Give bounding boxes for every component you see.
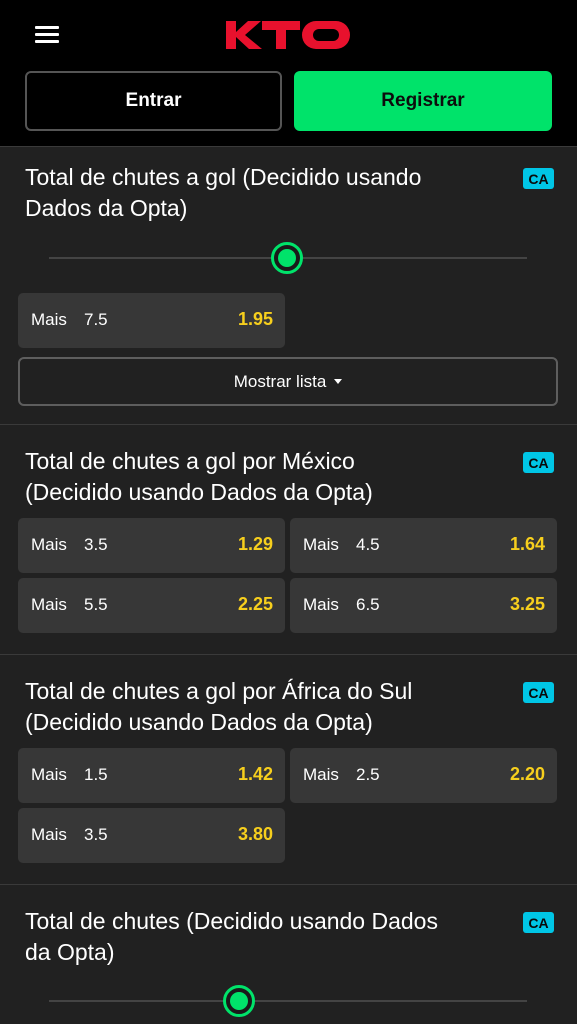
market-title: Total de chutes a gol (Decidido usando D… xyxy=(25,164,422,221)
register-button[interactable]: Registrar xyxy=(294,71,552,131)
slider-knob[interactable] xyxy=(271,242,303,274)
odds-button[interactable]: Mais 3.5 3.80 xyxy=(18,808,285,863)
line-slider[interactable] xyxy=(49,985,527,1017)
login-button[interactable]: Entrar xyxy=(25,71,282,131)
market-title: Total de chutes a gol por África do Sul … xyxy=(25,678,413,735)
market-mexico-shots-on-goal: Total de chutes a gol por México (Decidi… xyxy=(0,424,577,654)
odds-button[interactable]: Mais 3.5 1.29 xyxy=(18,518,285,573)
odds-price: 1.42 xyxy=(237,764,273,784)
market-title: Total de chutes (Decidido usando Dados d… xyxy=(25,908,438,965)
market-total-shots-on-goal: Total de chutes a gol (Decidido usando D… xyxy=(0,146,577,424)
odds-button[interactable]: Mais 2.5 2.20 xyxy=(290,748,557,803)
odds-button[interactable]: Mais 4.5 1.64 xyxy=(290,518,557,573)
hamburger-menu-icon[interactable] xyxy=(35,24,59,46)
odds-button[interactable]: Mais 7.5 1.95 xyxy=(18,293,285,348)
ca-badge: CA xyxy=(523,452,554,473)
ca-badge: CA xyxy=(523,168,554,189)
chevron-down-icon xyxy=(334,379,343,384)
top-header: Entrar Registrar xyxy=(0,0,577,146)
line-slider[interactable] xyxy=(49,242,527,274)
kto-logo[interactable] xyxy=(224,18,352,52)
ca-badge: CA xyxy=(523,682,554,703)
market-total-shots: Total de chutes (Decidido usando Dados d… xyxy=(0,884,577,1024)
odds-price: 1.64 xyxy=(509,534,545,554)
market-title: Total de chutes a gol por México (Decidi… xyxy=(25,448,373,505)
ca-badge: CA xyxy=(523,912,554,933)
odds-price: 2.20 xyxy=(509,764,545,784)
show-list-button[interactable]: Mostrar lista xyxy=(18,357,558,406)
odds-price: 2.25 xyxy=(237,594,273,614)
odds-price: 3.80 xyxy=(237,824,273,844)
odds-button[interactable]: Mais 6.5 3.25 xyxy=(290,578,557,633)
odds-price: 3.25 xyxy=(509,594,545,614)
odds-price: 1.29 xyxy=(237,534,273,554)
odds-button[interactable]: Mais 1.5 1.42 xyxy=(18,748,285,803)
odds-button[interactable]: Mais 5.5 2.25 xyxy=(18,578,285,633)
slider-knob[interactable] xyxy=(223,985,255,1017)
market-south-africa-shots-on-goal: Total de chutes a gol por África do Sul … xyxy=(0,654,577,884)
odds-price: 1.95 xyxy=(237,309,273,329)
